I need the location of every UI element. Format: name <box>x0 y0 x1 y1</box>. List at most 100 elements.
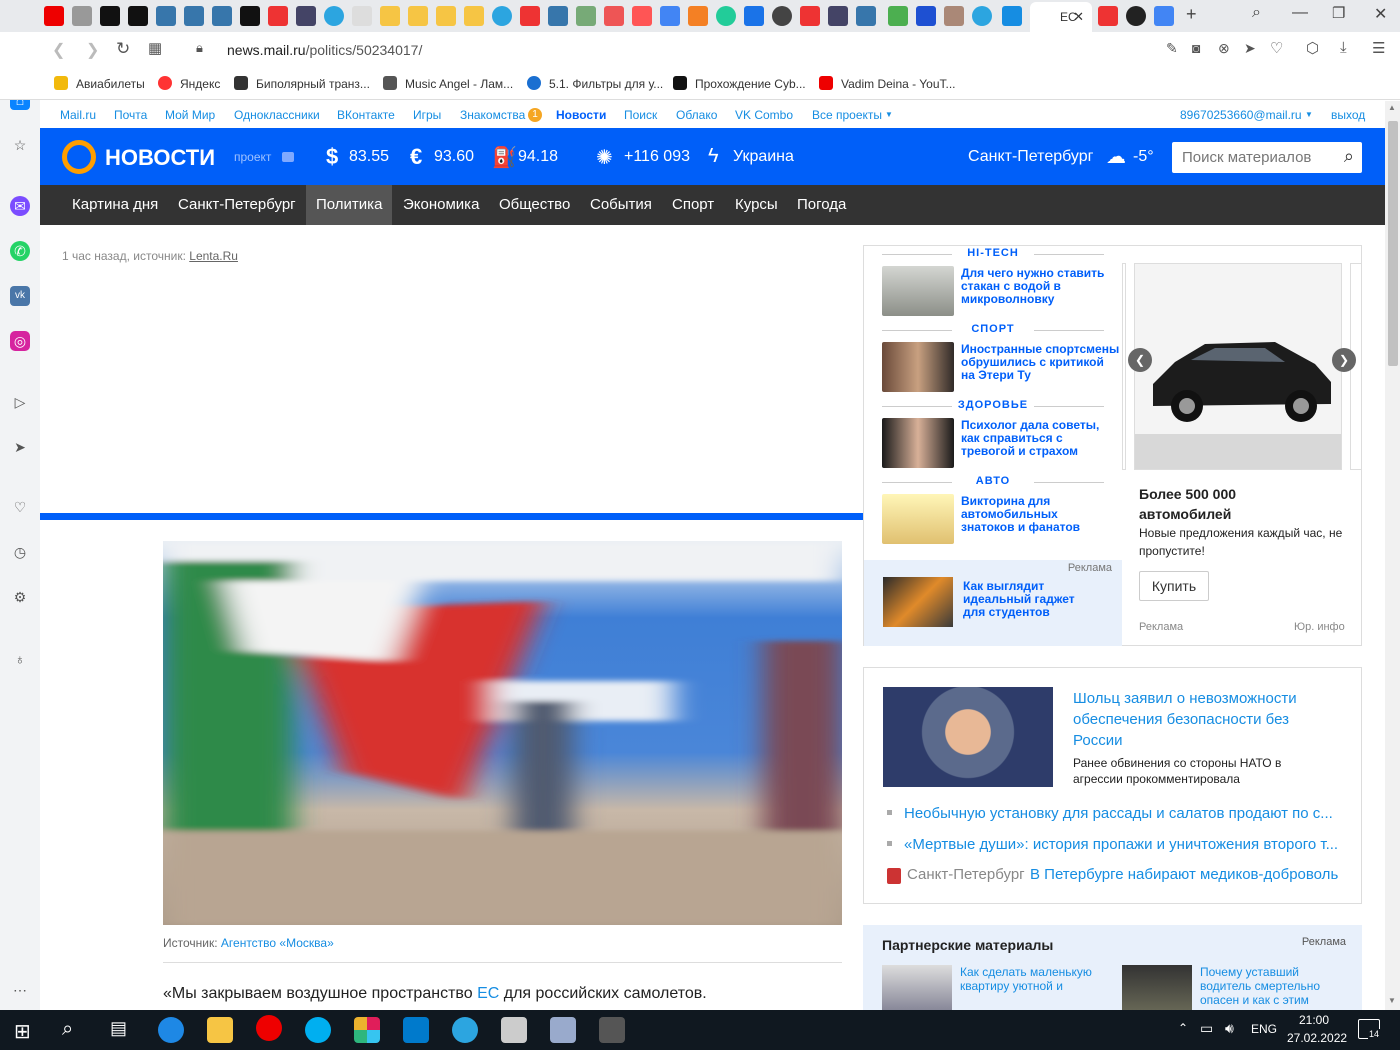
nav-item[interactable]: Спорт <box>662 185 724 225</box>
source-link[interactable]: Lenta.Ru <box>189 249 238 263</box>
tab[interactable] <box>1098 6 1118 26</box>
close-window-icon[interactable]: ✕ <box>1374 4 1387 24</box>
tab[interactable] <box>296 6 316 26</box>
windows-start-icon[interactable]: ⊞ <box>14 1019 31 1044</box>
language-indicator[interactable]: ENG <box>1251 1022 1277 1036</box>
oil-price[interactable]: 94.18 <box>518 148 558 166</box>
tab[interactable] <box>772 6 792 26</box>
tab[interactable] <box>464 6 484 26</box>
teaser-image[interactable] <box>882 494 954 544</box>
tab[interactable] <box>268 6 288 26</box>
nav-item[interactable]: Погода <box>787 185 856 225</box>
promo-title[interactable]: Как выглядит идеальный гаджет для студен… <box>963 580 1098 619</box>
send-page-icon[interactable]: ➤ <box>1244 40 1256 57</box>
tab[interactable] <box>972 6 992 26</box>
portal-link[interactable]: Знакомства <box>460 108 525 122</box>
tab[interactable] <box>888 6 908 26</box>
edge-icon[interactable] <box>158 1017 184 1043</box>
skype-icon[interactable] <box>305 1017 331 1043</box>
tab[interactable] <box>604 6 624 26</box>
whatsapp-icon[interactable]: ✆ <box>10 241 30 261</box>
tab[interactable] <box>688 6 708 26</box>
nav-item[interactable]: Курсы <box>725 185 788 225</box>
history-icon[interactable]: ◷ <box>10 542 30 562</box>
logout-link[interactable]: выход <box>1331 108 1365 122</box>
portal-link[interactable]: Mail.ru <box>60 108 96 122</box>
tab[interactable] <box>660 6 680 26</box>
back-icon[interactable]: ❮ <box>52 40 65 60</box>
partner-title[interactable]: Как сделать маленькую квартиру уютной и <box>960 965 1100 1010</box>
portal-link[interactable]: Игры <box>413 108 441 122</box>
caption-source-link[interactable]: Агентство «Москва» <box>221 936 334 950</box>
calculator-icon[interactable] <box>501 1017 527 1043</box>
portal-link[interactable]: Все проекты <box>812 108 882 122</box>
tab[interactable] <box>1154 6 1174 26</box>
lightbulb-icon[interactable]: ♁ <box>10 649 30 669</box>
menu-icon[interactable]: ☰ <box>1372 39 1385 57</box>
carousel-next-button[interactable]: ❯ <box>1332 348 1356 372</box>
portal-link[interactable]: ВКонтакте <box>337 108 395 122</box>
new-tab-icon[interactable]: + <box>1186 4 1197 25</box>
network-icon[interactable]: ▭ <box>1200 1020 1213 1037</box>
tab[interactable] <box>1002 6 1022 26</box>
temperature[interactable]: -5° <box>1133 148 1154 166</box>
nav-item[interactable]: Общество <box>489 185 580 225</box>
legal-info-link[interactable]: Юр. инфо <box>1294 621 1345 633</box>
search-input[interactable]: Поиск материалов ⌕ <box>1172 142 1362 173</box>
tab[interactable] <box>916 6 936 26</box>
video-editor-icon[interactable] <box>599 1017 625 1043</box>
city-name[interactable]: Санкт-Петербург <box>968 148 1093 166</box>
scroll-up-icon[interactable]: ▲ <box>1388 103 1396 112</box>
tabs-grid-icon[interactable]: ▦ <box>148 39 162 57</box>
tab[interactable] <box>44 6 64 26</box>
partner-image[interactable] <box>882 965 952 1010</box>
forward-icon[interactable]: ❯ <box>86 40 99 60</box>
user-email[interactable]: 89670253660@mail.ru <box>1180 108 1302 122</box>
heart-icon[interactable]: ♡ <box>10 497 30 517</box>
car-ad-headline[interactable]: Более 500 000 автомобилей <box>1139 484 1289 524</box>
news-logo[interactable]: НОВОСТИ <box>105 145 215 171</box>
tab[interactable] <box>548 6 568 26</box>
buy-button[interactable]: Купить <box>1139 571 1209 601</box>
tab[interactable] <box>436 6 456 26</box>
minimize-icon[interactable]: — <box>1292 4 1308 22</box>
scroll-down-icon[interactable]: ▼ <box>1388 996 1396 1005</box>
tab[interactable] <box>240 6 260 26</box>
edit-icon[interactable]: ✎ <box>1166 40 1178 57</box>
carousel-prev-button[interactable]: ❮ <box>1128 348 1152 372</box>
send-icon[interactable]: ➤ <box>10 437 30 457</box>
related-item[interactable]: Необычную установку для рассады и салато… <box>887 805 1342 822</box>
bookmark-item[interactable]: Vadim Deina - YouT... <box>819 76 956 91</box>
tab[interactable] <box>576 6 596 26</box>
tab[interactable] <box>520 6 540 26</box>
related-main-title[interactable]: Шольц заявил о невозможности обеспечения… <box>1073 688 1323 751</box>
portal-link[interactable]: Одноклассники <box>234 108 320 122</box>
telegram-icon[interactable] <box>452 1017 478 1043</box>
messenger-icon[interactable]: ✉ <box>10 196 30 216</box>
portal-link[interactable]: Почта <box>114 108 147 122</box>
tab[interactable] <box>492 6 512 26</box>
clock-time[interactable]: 21:00 <box>1299 1013 1329 1027</box>
partner-title[interactable]: Почему уставший водитель смертельно опас… <box>1200 965 1345 1010</box>
teaser-title[interactable]: Викторина для автомобильных знатоков и ф… <box>961 495 1111 534</box>
portal-link[interactable]: Поиск <box>624 108 657 122</box>
tab[interactable] <box>100 6 120 26</box>
url-field[interactable]: news.mail.ru/politics/50234017/ <box>227 42 422 58</box>
nav-item[interactable]: Экономика <box>393 185 489 225</box>
teaser-image[interactable] <box>882 342 954 392</box>
teaser-image[interactable] <box>882 418 954 468</box>
task-view-icon[interactable]: ▤ <box>110 1018 127 1039</box>
tab[interactable] <box>1126 6 1146 26</box>
teaser-title[interactable]: Иностранные спортсмены обрушились с крит… <box>961 343 1121 382</box>
bookmark-item[interactable]: Music Angel - Лам... <box>383 76 513 91</box>
tray-chevron-icon[interactable]: ⌃ <box>1178 1021 1188 1035</box>
opera-taskbar-icon[interactable] <box>256 1015 282 1041</box>
eur-rate[interactable]: 93.60 <box>434 148 474 166</box>
workspaces-icon[interactable]: ☆ <box>10 135 30 155</box>
scrollbar-thumb[interactable] <box>1388 121 1398 366</box>
vscode-icon[interactable] <box>403 1017 429 1043</box>
tab[interactable] <box>380 6 400 26</box>
bookmark-item[interactable]: Биполярный транз... <box>234 76 370 91</box>
instagram-icon[interactable]: ◎ <box>10 331 30 351</box>
mail-at-logo-icon[interactable] <box>62 140 96 174</box>
